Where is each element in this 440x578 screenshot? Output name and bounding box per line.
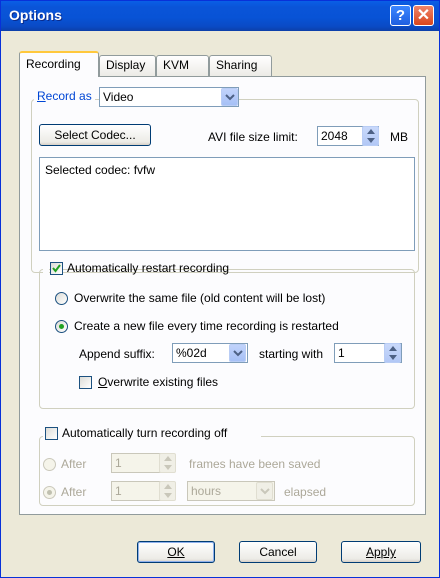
chevron-down-icon <box>233 350 243 357</box>
create-new-radio[interactable] <box>55 320 68 333</box>
select-codec-button[interactable]: Select Codec... <box>39 124 151 146</box>
tab-kvm[interactable]: KVM <box>156 55 209 76</box>
starting-with-value: 1 <box>338 346 345 360</box>
radio-selected-dot <box>59 324 64 329</box>
append-suffix-dropdown-button[interactable] <box>229 344 246 362</box>
spin-up-icon <box>389 346 397 351</box>
spin-down-icon <box>164 465 172 470</box>
tab-sharing[interactable]: Sharing <box>209 55 272 76</box>
selected-codec-box[interactable]: Selected codec: fvfw <box>39 157 415 251</box>
after-time-label: After <box>61 485 87 499</box>
selected-codec-text: Selected codec: fvfw <box>45 163 156 177</box>
chevron-down-icon <box>225 94 235 101</box>
create-new-label: Create a new file every time recording i… <box>74 319 339 333</box>
overwrite-existing-checkbox[interactable] <box>79 376 92 389</box>
cancel-button[interactable]: Cancel <box>239 541 317 563</box>
starting-with-label: starting with <box>259 347 324 361</box>
record-as-value: Video <box>103 90 134 104</box>
spin-down-icon <box>389 355 397 360</box>
chevron-down-icon <box>260 488 270 495</box>
overwrite-radio[interactable] <box>55 292 68 305</box>
help-button[interactable]: ? <box>390 5 411 26</box>
radio-selected-dot <box>47 490 52 495</box>
after-time-radio[interactable] <box>43 486 56 499</box>
time-unit-dropdown-button[interactable] <box>256 482 273 500</box>
restart-group <box>39 269 415 409</box>
tab-recording[interactable]: Recording <box>19 51 99 77</box>
after-frames-value: 1 <box>115 456 122 470</box>
recording-panel: Record as Video Select Codec... AVI file… <box>19 76 426 515</box>
window-title: Options <box>9 7 62 23</box>
ok-label: OK <box>167 545 185 559</box>
tab-display[interactable]: Display <box>99 55 156 76</box>
after-frames-spinner[interactable] <box>159 453 176 473</box>
spin-down-icon <box>164 493 172 498</box>
after-frames-label: After <box>61 457 87 471</box>
avi-limit-value: 2048 <box>321 129 348 143</box>
after-time-value: 1 <box>115 484 122 498</box>
apply-button[interactable]: Apply <box>341 541 421 563</box>
restart-checkbox[interactable] <box>50 262 63 275</box>
spin-up-icon <box>367 129 375 134</box>
append-suffix-value: %02d <box>176 346 207 360</box>
turn-off-label: Automatically turn recording off <box>62 426 228 440</box>
close-button[interactable]: ✕ <box>413 5 434 26</box>
record-as-dropdown-button[interactable] <box>221 88 238 106</box>
spin-up-icon <box>164 484 172 489</box>
overwrite-label: Overwrite the same file (old content wil… <box>74 291 326 305</box>
ok-button[interactable]: OK <box>137 541 215 563</box>
restart-label: Automatically restart recording <box>67 261 230 275</box>
spin-up-icon <box>164 456 172 461</box>
title-bar[interactable]: Options ? ✕ <box>1 1 439 31</box>
after-frames-suffix: frames have been saved <box>189 457 321 471</box>
avi-limit-unit: MB <box>390 130 408 144</box>
turn-off-checkbox[interactable] <box>45 427 58 440</box>
after-time-spinner[interactable] <box>159 481 176 501</box>
overwrite-existing-label: Overwrite existing files <box>98 375 219 389</box>
restart-header <box>43 260 49 276</box>
append-suffix-label: Append suffix: <box>79 347 155 361</box>
avi-limit-label: AVI file size limit: <box>208 130 298 144</box>
apply-label: Apply <box>365 545 397 559</box>
after-frames-radio[interactable] <box>43 458 56 471</box>
time-unit-value: hours <box>191 484 222 498</box>
options-dialog: Options ? ✕ Recording Display KVM Sharin… <box>0 0 440 578</box>
spin-down-icon <box>367 138 375 143</box>
record-as-select[interactable]: Video <box>99 87 239 107</box>
after-time-suffix: elapsed <box>284 485 327 499</box>
starting-with-spinner[interactable] <box>384 343 401 363</box>
record-as-label: Record as <box>34 89 95 103</box>
checkmark-icon <box>52 264 61 273</box>
avi-limit-spinner[interactable] <box>362 126 379 146</box>
